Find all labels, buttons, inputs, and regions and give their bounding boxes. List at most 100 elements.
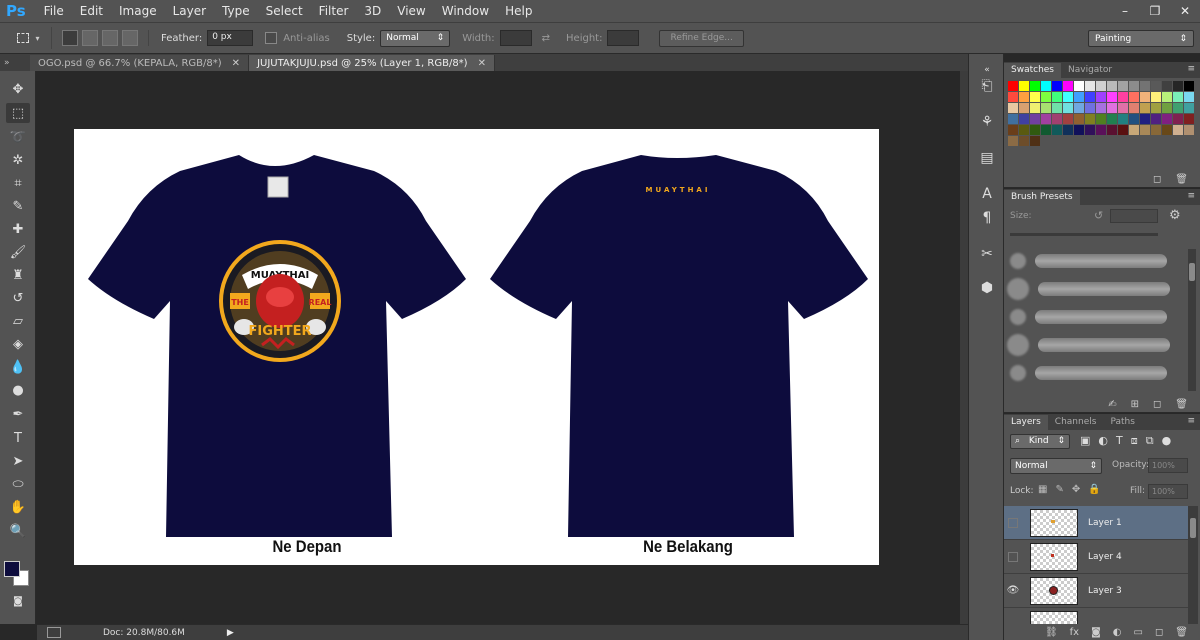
color-swatch[interactable] <box>1008 92 1018 102</box>
tab-paths[interactable]: Paths <box>1103 415 1141 430</box>
color-swatch[interactable] <box>1074 81 1084 91</box>
color-swatch[interactable] <box>1008 81 1018 91</box>
tab-scroll-icon[interactable]: » <box>0 54 30 71</box>
foreground-color-swatch[interactable] <box>4 561 20 577</box>
menu-3d[interactable]: 3D <box>356 4 389 18</box>
new-selection-icon[interactable] <box>62 30 78 46</box>
menu-layer[interactable]: Layer <box>165 4 214 18</box>
feather-input[interactable]: 0 px <box>207 30 254 46</box>
healing-tool-icon[interactable]: ✚ <box>6 219 30 239</box>
brush-panel-icon[interactable]: ⚘ <box>977 112 997 132</box>
height-input[interactable] <box>607 30 640 46</box>
clone-source-icon[interactable]: ▤ <box>977 148 997 168</box>
paragraph-panel-icon[interactable]: ¶ <box>977 208 997 228</box>
color-swatch[interactable] <box>1140 103 1150 113</box>
canvas-area[interactable]: MUAYTHAI THE REAL FIGHTER Ne Depan MUAY <box>37 71 968 624</box>
color-swatch[interactable] <box>1140 125 1150 135</box>
menu-type[interactable]: Type <box>214 4 258 18</box>
color-swatch[interactable] <box>1162 81 1172 91</box>
minimize-button[interactable]: – <box>1110 0 1140 22</box>
marquee-tool-icon[interactable]: ⬚ <box>6 103 30 123</box>
color-swatch[interactable] <box>1041 92 1051 102</box>
new-layer-icon[interactable]: ◻ <box>1155 627 1163 638</box>
tab-swatches[interactable]: Swatches <box>1004 63 1061 78</box>
layers-scrollbar[interactable] <box>1188 506 1198 624</box>
tab-jujutakjuju[interactable]: JUJUTAKJUJU.psd @ 25% (Layer 1, RGB/8*) ✕ <box>249 55 495 71</box>
filter-toggle-icon[interactable]: ● <box>1162 434 1172 448</box>
status-icon[interactable] <box>47 627 61 638</box>
color-swatch[interactable] <box>1162 92 1172 102</box>
status-arrow-icon[interactable]: ▶ <box>227 628 234 638</box>
color-swatch[interactable] <box>1151 103 1161 113</box>
lasso-tool-icon[interactable]: ➰ <box>6 127 30 147</box>
color-swatch[interactable] <box>1041 81 1051 91</box>
menu-image[interactable]: Image <box>111 4 165 18</box>
color-swatch[interactable] <box>1151 92 1161 102</box>
hand-tool-icon[interactable]: ✋ <box>6 497 30 517</box>
brush-preset-4[interactable] <box>1004 331 1184 359</box>
color-swatch[interactable] <box>1041 103 1051 113</box>
color-swatch[interactable] <box>1008 114 1018 124</box>
character-panel-icon[interactable]: A <box>977 184 997 204</box>
color-swatch[interactable] <box>1063 92 1073 102</box>
layer-row-layer-1[interactable]: Layer 1 <box>1004 506 1188 540</box>
color-swatch[interactable] <box>1184 81 1194 91</box>
color-swatch[interactable] <box>1151 81 1161 91</box>
layer-row-partial[interactable] <box>1004 608 1188 624</box>
color-swatch[interactable] <box>1030 92 1040 102</box>
color-swatch[interactable] <box>1173 103 1183 113</box>
tab-brush-presets[interactable]: Brush Presets <box>1004 190 1080 205</box>
lock-transparency-icon[interactable]: ▦ <box>1038 484 1047 495</box>
color-swatch[interactable] <box>1008 136 1018 146</box>
color-swatch[interactable] <box>1173 114 1183 124</box>
color-swatch[interactable] <box>1173 125 1183 135</box>
menu-view[interactable]: View <box>389 4 433 18</box>
color-swatch[interactable] <box>1063 125 1073 135</box>
color-swatch[interactable] <box>1184 114 1194 124</box>
color-swatch[interactable] <box>1107 92 1117 102</box>
lock-pixels-icon[interactable]: ✎ <box>1055 484 1063 495</box>
tab-navigator[interactable]: Navigator <box>1061 63 1119 78</box>
shape-tool-icon[interactable]: ⬭ <box>6 474 30 494</box>
stamp-tool-icon[interactable]: ♜ <box>6 265 30 285</box>
color-swatch[interactable] <box>1107 125 1117 135</box>
lock-all-icon[interactable]: 🔒 <box>1088 484 1100 495</box>
antialias-checkbox[interactable] <box>265 32 278 44</box>
fill-input[interactable]: 100% <box>1148 484 1188 499</box>
zoom-tool-icon[interactable]: 🔍 <box>6 521 30 541</box>
path-select-icon[interactable]: ➤ <box>6 451 30 471</box>
color-swatch[interactable] <box>1184 92 1194 102</box>
color-swatch[interactable] <box>1030 136 1040 146</box>
brush-preset-3[interactable] <box>1004 303 1184 331</box>
color-swatch[interactable] <box>1063 103 1073 113</box>
color-swatch[interactable] <box>1019 92 1029 102</box>
color-swatch[interactable] <box>1129 114 1139 124</box>
canvas-scrollbar[interactable] <box>960 71 968 624</box>
swap-icon[interactable]: ⇄ <box>532 33 560 44</box>
color-swatch[interactable] <box>1162 103 1172 113</box>
tab-ogo[interactable]: OGO.psd @ 66.7% (KEPALA, RGB/8*) ✕ <box>30 55 250 71</box>
color-swatch[interactable] <box>1140 92 1150 102</box>
color-swatch[interactable] <box>1074 125 1084 135</box>
color-swatch[interactable] <box>1085 81 1095 91</box>
color-swatch[interactable] <box>1096 114 1106 124</box>
new-group-icon[interactable]: ▭ <box>1134 627 1143 638</box>
color-swatch[interactable] <box>1063 81 1073 91</box>
menu-select[interactable]: Select <box>258 4 311 18</box>
close-icon[interactable]: ✕ <box>478 58 486 69</box>
grid-icon[interactable]: ⊞ <box>1131 399 1139 410</box>
color-swatch[interactable] <box>1063 114 1073 124</box>
color-swatch[interactable] <box>1030 81 1040 91</box>
color-swatch[interactable] <box>1096 125 1106 135</box>
tab-channels[interactable]: Channels <box>1048 415 1104 430</box>
tab-layers[interactable]: Layers <box>1004 415 1048 430</box>
layer-style-icon[interactable]: fx <box>1070 627 1079 638</box>
color-swatch[interactable] <box>1074 103 1084 113</box>
color-swatch[interactable] <box>1030 103 1040 113</box>
color-swatch[interactable] <box>1151 114 1161 124</box>
visibility-toggle[interactable] <box>1004 517 1022 528</box>
color-swatch[interactable] <box>1118 81 1128 91</box>
color-swatch[interactable] <box>1118 125 1128 135</box>
tool-preset-picker[interactable]: ▾ <box>6 27 52 49</box>
close-button[interactable]: ✕ <box>1170 0 1200 22</box>
